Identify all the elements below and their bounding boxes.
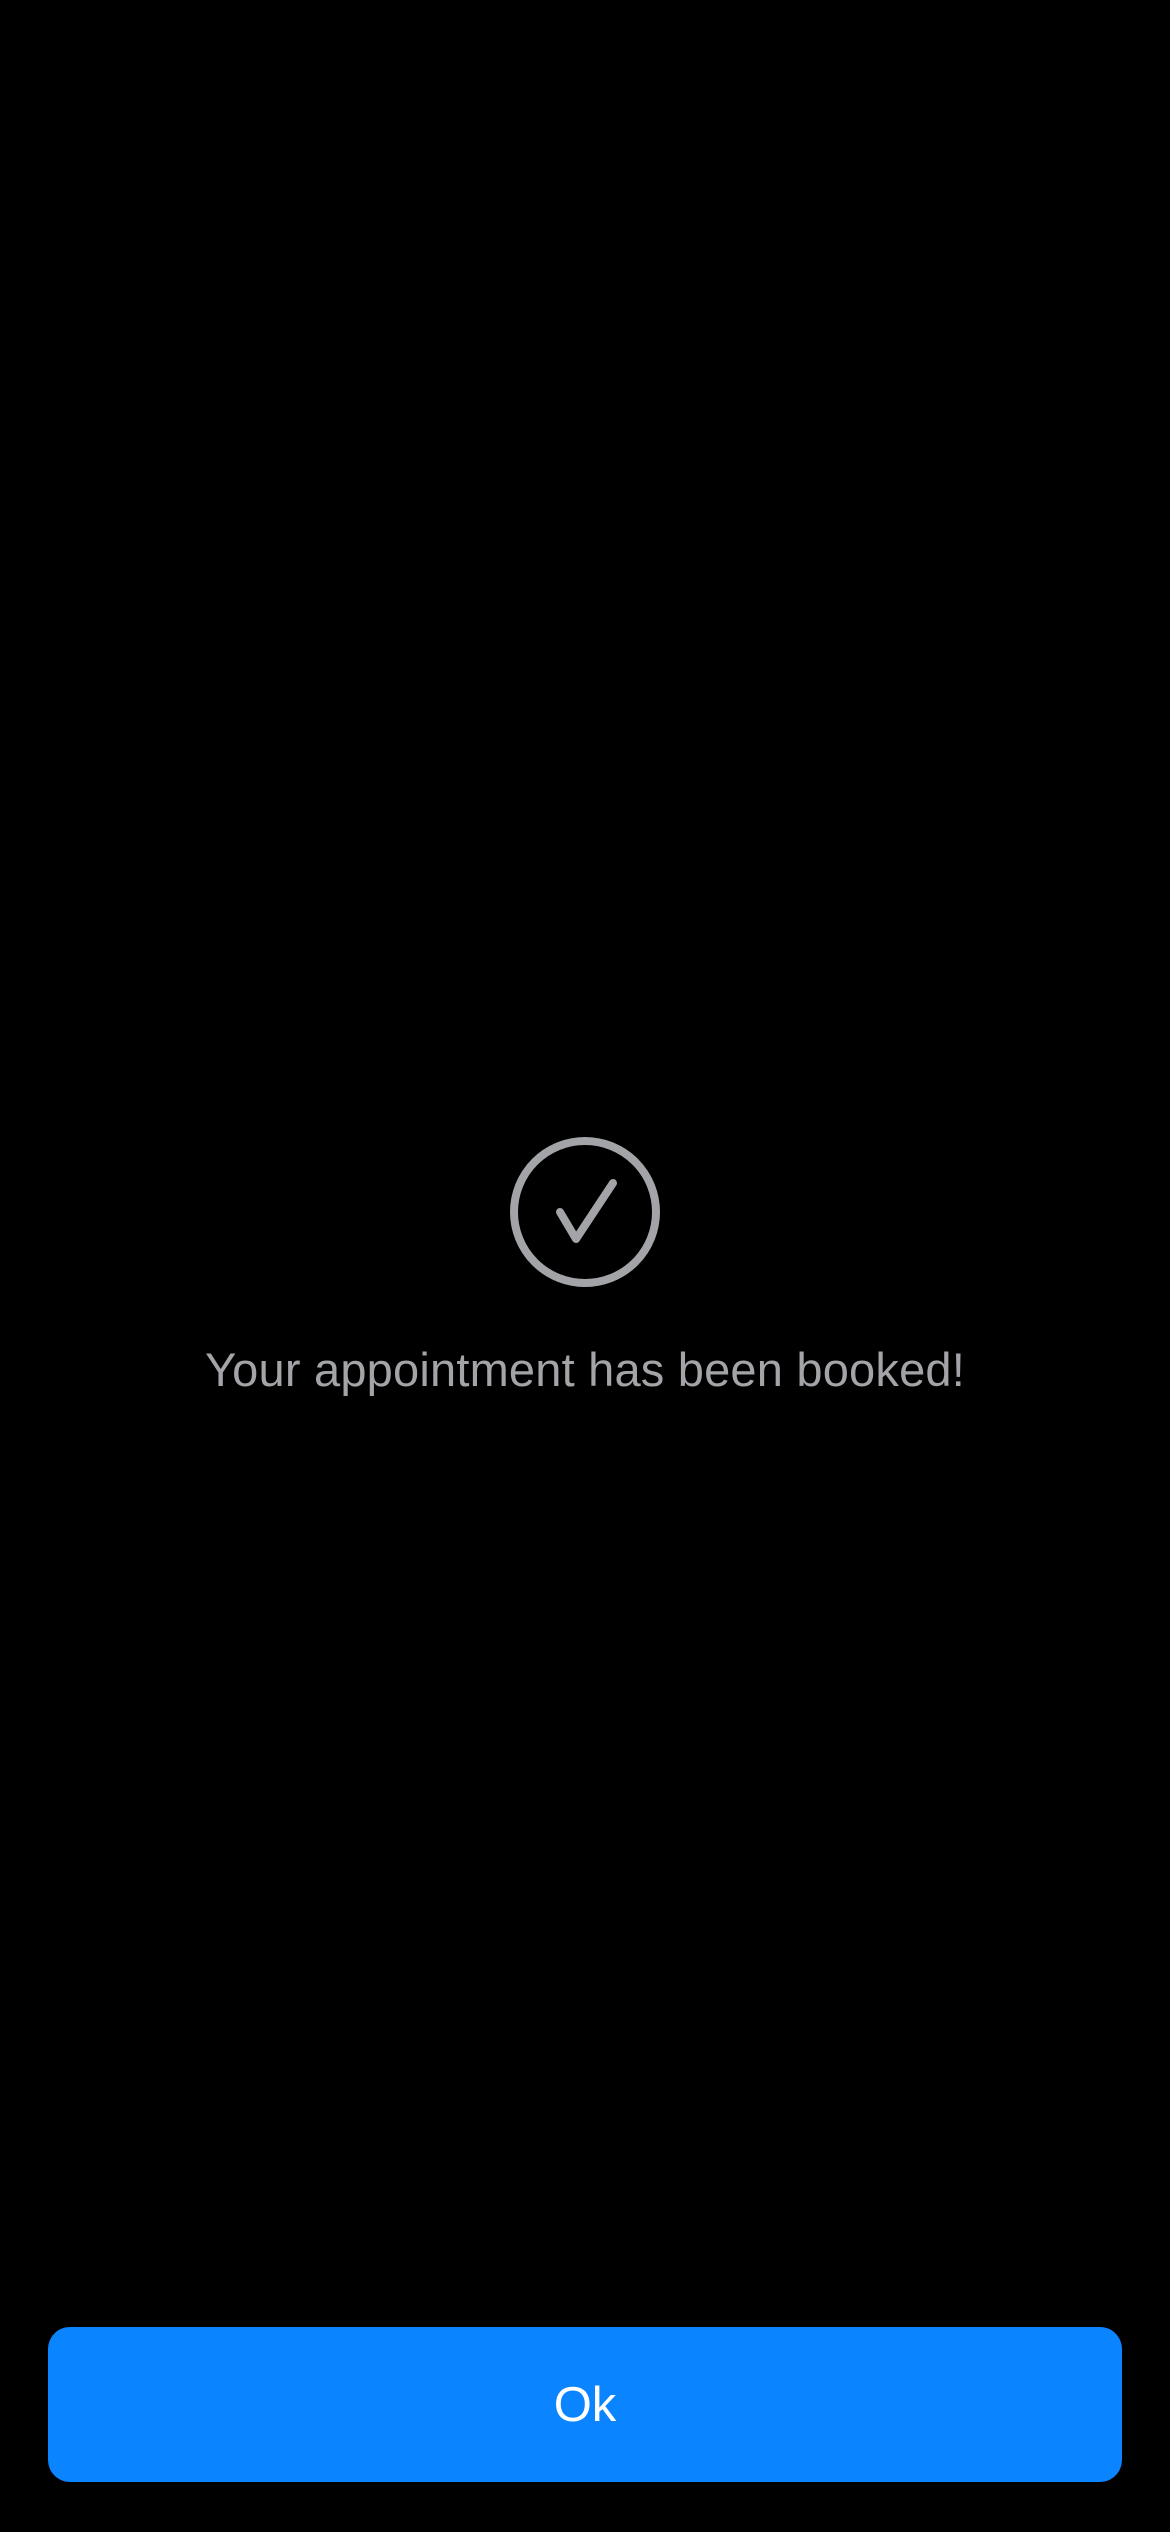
confirmation-content: Your appointment has been booked! xyxy=(0,1136,1170,1398)
ok-button[interactable]: Ok xyxy=(48,2327,1122,2482)
checkmark-circle-icon xyxy=(510,1137,660,1287)
confirmation-message: Your appointment has been booked! xyxy=(204,1343,966,1396)
booking-confirmation-screen: Your appointment has been booked! Ok xyxy=(0,0,1170,2532)
